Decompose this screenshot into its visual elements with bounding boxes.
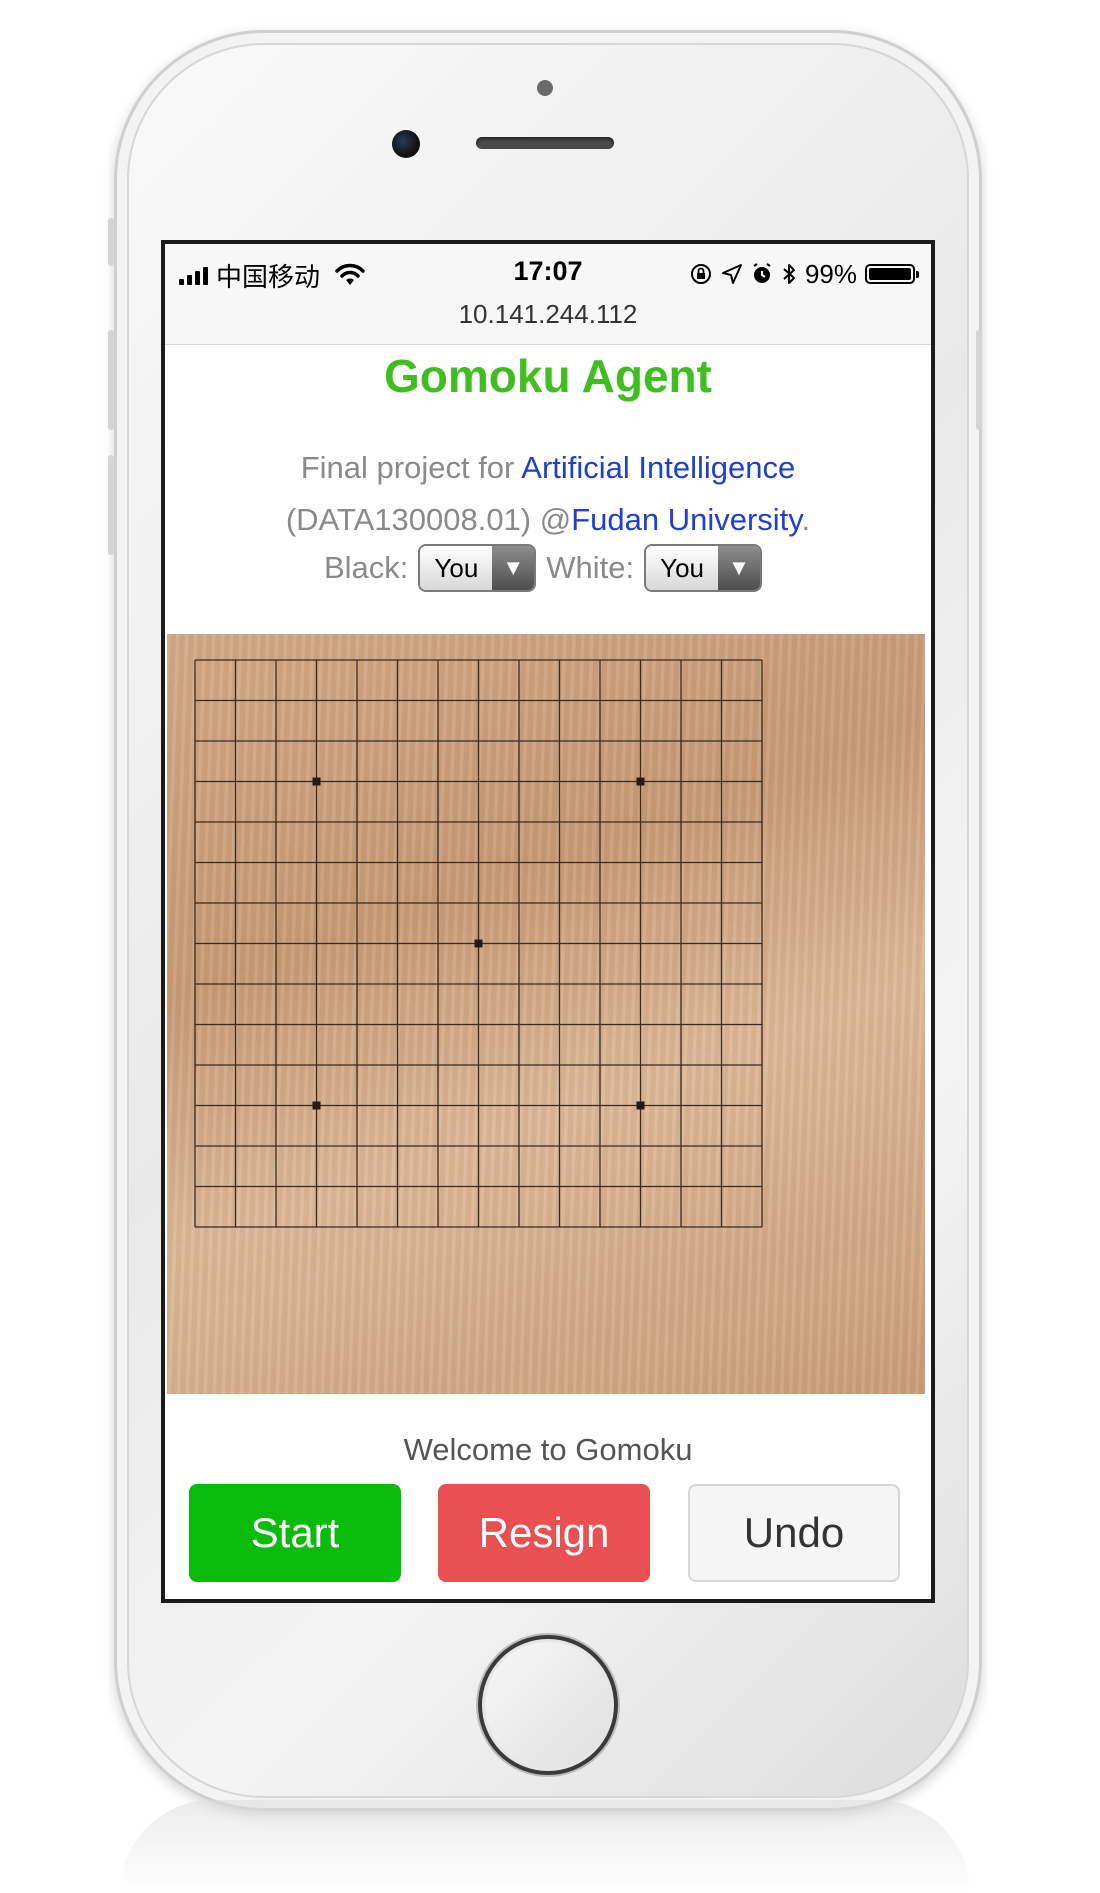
phone-screen: 中国移动 17:07 99% 10.141.244.112 Gomoku Age… (161, 240, 935, 1603)
mute-switch (108, 218, 114, 266)
chevron-down-icon: ▼ (492, 546, 535, 590)
status-bar: 中国移动 17:07 99% 10.141.244.112 (165, 244, 931, 345)
star-point (636, 1101, 645, 1110)
bluetooth-icon (783, 264, 795, 284)
battery-icon (865, 264, 919, 284)
course-link[interactable]: Artificial Intelligence (521, 450, 795, 485)
black-player-value: You (420, 546, 493, 590)
address-bar-url[interactable]: 10.141.244.112 (165, 299, 931, 330)
alarm-icon (753, 263, 771, 283)
orientation-lock-icon (690, 264, 711, 284)
board-grid[interactable] (167, 634, 925, 1394)
university-link[interactable]: Fudan University (571, 502, 801, 537)
power-button (976, 330, 982, 430)
player-selectors: Black: You ▼ White: You ▼ (165, 544, 931, 592)
gomoku-board[interactable] (167, 634, 925, 1394)
star-point (312, 777, 321, 786)
resign-button[interactable]: Resign (438, 1484, 650, 1582)
volume-up-button (108, 330, 114, 430)
description-line-2: (DATA130008.01) @Fudan University. (165, 494, 931, 546)
phone-reflection (120, 1800, 970, 1893)
start-button[interactable]: Start (189, 1484, 401, 1582)
description-suffix: . (801, 502, 811, 537)
description-prefix: Final project for (300, 450, 522, 485)
star-point (474, 939, 483, 948)
course-code: (DATA130008.01) @ (285, 502, 572, 537)
white-player-value: You (646, 546, 719, 590)
battery-fill (869, 268, 911, 280)
earpiece-speaker (476, 137, 614, 149)
black-player-select[interactable]: You ▼ (418, 544, 537, 592)
black-label: Black: (323, 550, 409, 585)
star-point (312, 1101, 321, 1110)
project-description: Final project for Artificial Intelligenc… (165, 442, 931, 546)
volume-down-button (108, 455, 114, 555)
battery-percentage: 99% (804, 258, 857, 289)
status-message: Welcome to Gomoku (403, 1432, 693, 1467)
white-label: White: (546, 550, 635, 585)
description-line-1: Final project for Artificial Intelligenc… (165, 442, 931, 494)
front-camera (392, 130, 420, 158)
star-point (636, 777, 645, 786)
page-title: Gomoku Agent (384, 350, 712, 402)
home-button[interactable] (478, 1635, 618, 1775)
white-player-select[interactable]: You ▼ (644, 544, 763, 592)
chevron-down-icon: ▼ (718, 546, 761, 590)
undo-button[interactable]: Undo (688, 1484, 900, 1582)
location-arrow-icon (721, 264, 742, 284)
status-right: 99% (689, 256, 919, 292)
proximity-sensor (537, 80, 553, 96)
